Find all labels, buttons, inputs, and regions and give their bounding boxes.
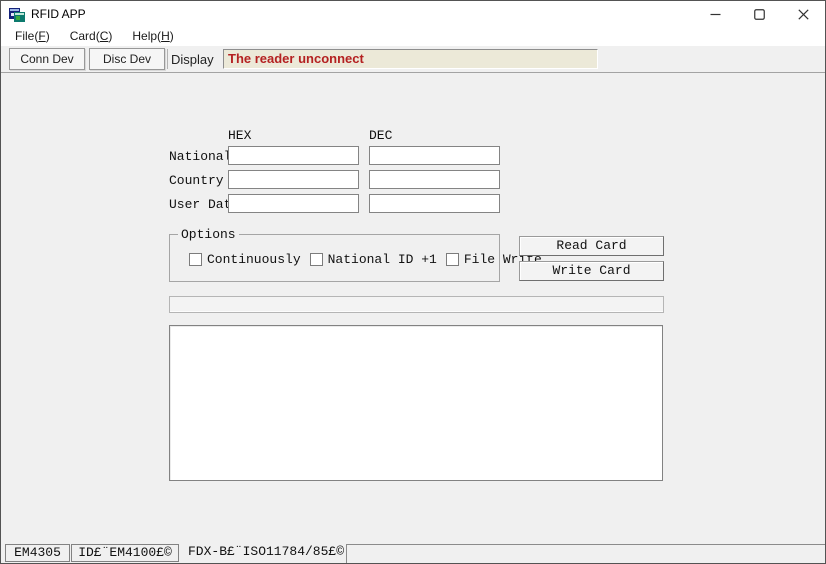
national-hex-input[interactable] bbox=[228, 146, 359, 165]
hex-column-header: HEX bbox=[228, 128, 252, 143]
country-dec-input[interactable] bbox=[369, 170, 500, 189]
options-groupbox: Options Continuously National ID +1 File… bbox=[169, 227, 542, 282]
continuously-checkbox[interactable] bbox=[189, 253, 202, 266]
tab-id-em4100[interactable]: ID£¨EM4100£© bbox=[71, 544, 179, 562]
menu-bar: File(F) Card(C) Help(H) bbox=[1, 27, 825, 46]
dec-column-header: DEC bbox=[369, 128, 393, 143]
menu-card[interactable]: Card(C) bbox=[64, 28, 119, 45]
window-title: RFID APP bbox=[31, 7, 86, 21]
options-legend: Options bbox=[178, 227, 239, 242]
national-id-plus1-checkbox[interactable] bbox=[309, 253, 323, 266]
toolbar: Conn Dev Disc Dev Display The reader unc… bbox=[1, 46, 825, 73]
file-write-checkbox[interactable] bbox=[445, 253, 459, 266]
write-card-button[interactable]: Write Card bbox=[519, 261, 664, 281]
national-id-plus1-label: National ID +1 bbox=[327, 252, 437, 267]
country-label: Country bbox=[169, 173, 224, 188]
connect-device-button[interactable]: Conn Dev bbox=[9, 48, 85, 70]
menu-file[interactable]: File(F) bbox=[9, 28, 56, 45]
progress-bar bbox=[169, 296, 664, 313]
toolbar-separator bbox=[167, 49, 168, 69]
status-text: The reader unconnect bbox=[228, 51, 364, 66]
close-icon bbox=[797, 8, 809, 20]
disconnect-device-button[interactable]: Disc Dev bbox=[89, 48, 165, 70]
continuously-label: Continuously bbox=[207, 252, 301, 267]
national-label: National bbox=[169, 149, 232, 164]
options-checkbox-row: Continuously National ID +1 File Write bbox=[189, 252, 551, 267]
app-window: RFID APP File(F) Card(C) Help(H) Conn De… bbox=[0, 0, 826, 564]
bottom-tab-strip: EM4305 ID£¨EM4100£© FDX-B£¨ISO11784/85£© bbox=[1, 543, 825, 563]
user-data-dec-input[interactable] bbox=[369, 194, 500, 213]
minimize-button[interactable] bbox=[693, 1, 737, 27]
title-bar: RFID APP bbox=[1, 1, 825, 27]
user-data-hex-input[interactable] bbox=[228, 194, 359, 213]
tab-strip-filler bbox=[346, 544, 825, 563]
maximize-button[interactable] bbox=[737, 1, 781, 27]
minimize-icon bbox=[710, 13, 720, 15]
tab-em4305[interactable]: EM4305 bbox=[5, 544, 70, 562]
close-button[interactable] bbox=[781, 1, 825, 27]
log-textarea[interactable] bbox=[169, 325, 663, 481]
menu-help[interactable]: Help(H) bbox=[126, 28, 179, 45]
user-data-label: User Dat bbox=[169, 197, 232, 212]
status-display-field: The reader unconnect bbox=[223, 49, 598, 69]
display-label: Display bbox=[171, 52, 214, 67]
tab-fdx-b-iso11784-85[interactable]: FDX-B£¨ISO11784/85£© bbox=[187, 544, 345, 562]
app-icon bbox=[9, 8, 25, 22]
country-hex-input[interactable] bbox=[228, 170, 359, 189]
read-card-button[interactable]: Read Card bbox=[519, 236, 664, 256]
maximize-icon bbox=[753, 8, 765, 20]
national-dec-input[interactable] bbox=[369, 146, 500, 165]
